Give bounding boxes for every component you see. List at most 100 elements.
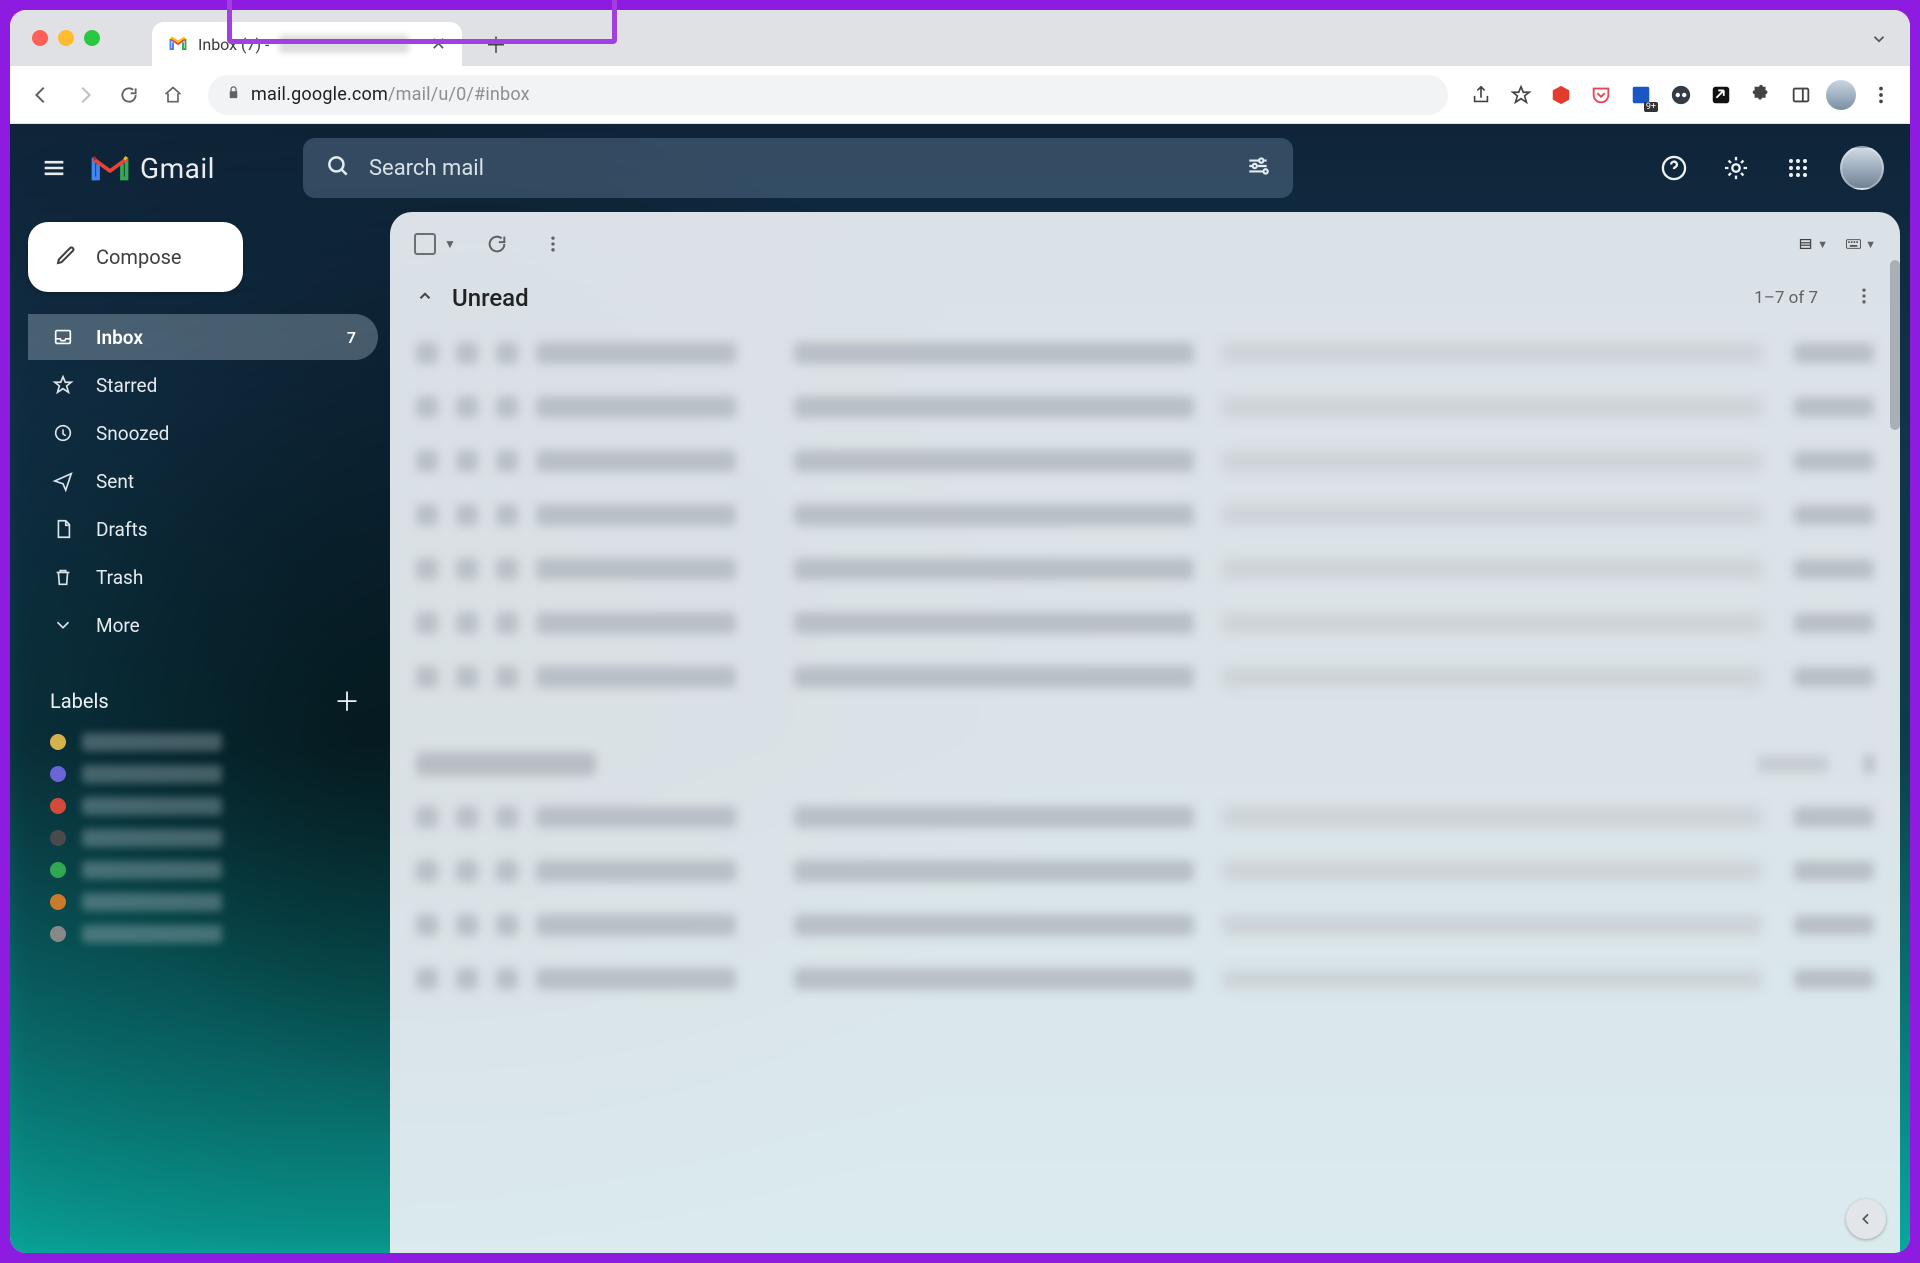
home-button[interactable] (156, 78, 190, 112)
select-dropdown-icon[interactable]: ▼ (444, 237, 456, 251)
reload-button[interactable] (112, 78, 146, 112)
sidebar-item-drafts[interactable]: Drafts (28, 506, 378, 552)
main-menu-icon[interactable] (36, 150, 72, 186)
maximize-window[interactable] (84, 30, 100, 46)
search-icon (325, 153, 351, 183)
sidebar-label-item[interactable] (50, 861, 378, 879)
forward-button[interactable] (68, 78, 102, 112)
sidebar-label-item[interactable] (50, 925, 378, 943)
mail-row[interactable] (390, 380, 1900, 434)
compose-button[interactable]: Compose (28, 222, 243, 292)
tab-title: Inbox (7) - (198, 35, 269, 54)
side-panel-icon[interactable] (1786, 80, 1816, 110)
gmail-header: Gmail (10, 124, 1910, 212)
mail-row[interactable] (390, 326, 1900, 380)
tab-strip: Inbox (7) - ✕ ＋ (10, 10, 1910, 66)
extension-adblock-icon[interactable] (1546, 80, 1576, 110)
browser-tab[interactable]: Inbox (7) - ✕ (152, 22, 462, 66)
mail-row[interactable] (390, 898, 1900, 952)
sidebar-nav: Inbox 7 Starred Snoozed Sent (28, 314, 378, 648)
scrollbar-thumb[interactable] (1890, 260, 1900, 430)
extension-save-icon[interactable]: 9+ (1626, 80, 1656, 110)
sidebar-label-item[interactable] (50, 765, 378, 783)
window-controls (32, 30, 100, 46)
tab-title-redacted (279, 35, 409, 53)
sidebar-item-more[interactable]: More (28, 602, 378, 648)
sidebar-item-snoozed[interactable]: Snoozed (28, 410, 378, 456)
section-menu-icon[interactable] (1854, 286, 1874, 310)
gmail-favicon (168, 34, 188, 54)
header-tools (1654, 146, 1884, 190)
split-pane-icon[interactable]: ▼ (1798, 229, 1828, 259)
extension-eyes-icon[interactable] (1666, 80, 1696, 110)
section-count: 1–7 of 7 (1754, 288, 1818, 308)
mail-row[interactable] (390, 542, 1900, 596)
sidebar-item-starred[interactable]: Starred (28, 362, 378, 408)
chrome-menu-icon[interactable] (1866, 80, 1896, 110)
mail-toolbar: ▼ ▼ ▼ (390, 212, 1900, 276)
mail-row[interactable] (390, 434, 1900, 488)
help-icon[interactable] (1654, 148, 1694, 188)
mail-row[interactable] (390, 790, 1900, 844)
search-input[interactable] (369, 156, 1227, 181)
sidebar-item-label: Drafts (96, 518, 148, 541)
new-tab-button[interactable]: ＋ (478, 26, 514, 62)
input-tools-icon[interactable]: ▼ (1846, 229, 1876, 259)
more-actions-icon[interactable] (538, 229, 568, 259)
sidebar-item-label: More (96, 614, 140, 637)
search-bar[interactable] (303, 138, 1293, 198)
extension-send-icon[interactable] (1706, 80, 1736, 110)
gmail-wordmark: Gmail (140, 152, 215, 185)
sidebar-item-label: Starred (96, 374, 157, 397)
section-header: Unread 1–7 of 7 (390, 276, 1900, 326)
select-all-checkbox[interactable] (414, 233, 436, 255)
tab-overflow-icon[interactable] (1870, 30, 1888, 53)
chrome-profile-avatar[interactable] (1826, 80, 1856, 110)
minimize-window[interactable] (58, 30, 74, 46)
section-header-blurred (390, 744, 1900, 790)
sidebar-label-item[interactable] (50, 733, 378, 751)
settings-gear-icon[interactable] (1716, 148, 1756, 188)
lock-icon (226, 85, 241, 104)
sidebar-label-item[interactable] (50, 829, 378, 847)
gmail-app: Gmail Compose (10, 124, 1910, 1253)
sidebar-label-item[interactable] (50, 797, 378, 815)
mail-row[interactable] (390, 650, 1900, 704)
sidebar-item-inbox[interactable]: Inbox 7 (28, 314, 378, 360)
add-label-icon[interactable]: ＋ (334, 682, 360, 719)
sidebar-item-label: Snoozed (96, 422, 169, 445)
close-window[interactable] (32, 30, 48, 46)
mail-row[interactable] (390, 952, 1900, 1006)
address-bar[interactable]: mail.google.com/mail/u/0/#inbox (208, 75, 1448, 115)
section-title: Unread (452, 284, 529, 312)
pencil-icon (54, 243, 78, 272)
apps-grid-icon[interactable] (1778, 148, 1818, 188)
mail-row[interactable] (390, 488, 1900, 542)
url-text: mail.google.com/mail/u/0/#inbox (251, 84, 530, 105)
back-button[interactable] (24, 78, 58, 112)
extensions-puzzle-icon[interactable] (1746, 80, 1776, 110)
labels-header: Labels ＋ (28, 682, 378, 719)
labels-title: Labels (50, 689, 109, 713)
sidebar-item-label: Sent (96, 470, 134, 493)
collapse-icon[interactable] (416, 287, 434, 310)
sidebar-item-count: 7 (347, 328, 356, 347)
account-avatar[interactable] (1840, 146, 1884, 190)
sidebar-label-item[interactable] (50, 893, 378, 911)
sidebar-item-trash[interactable]: Trash (28, 554, 378, 600)
mail-row[interactable] (390, 596, 1900, 650)
close-tab-icon[interactable]: ✕ (431, 34, 446, 55)
extension-pocket-icon[interactable] (1586, 80, 1616, 110)
mail-row[interactable] (390, 844, 1900, 898)
sidebar-item-sent[interactable]: Sent (28, 458, 378, 504)
gmail-logo[interactable]: Gmail (90, 152, 215, 185)
share-icon[interactable] (1466, 80, 1496, 110)
bookmark-star-icon[interactable] (1506, 80, 1536, 110)
side-panel-toggle-icon[interactable] (1846, 1199, 1886, 1239)
search-options-icon[interactable] (1245, 153, 1271, 183)
sidebar-item-label: Trash (96, 566, 143, 589)
refresh-icon[interactable] (482, 229, 512, 259)
compose-label: Compose (96, 245, 182, 269)
sidebar: Compose Inbox 7 Starred Snoozed (10, 212, 390, 1253)
browser-window: Inbox (7) - ✕ ＋ mail.google.com/mail/u/0… (10, 10, 1910, 1253)
